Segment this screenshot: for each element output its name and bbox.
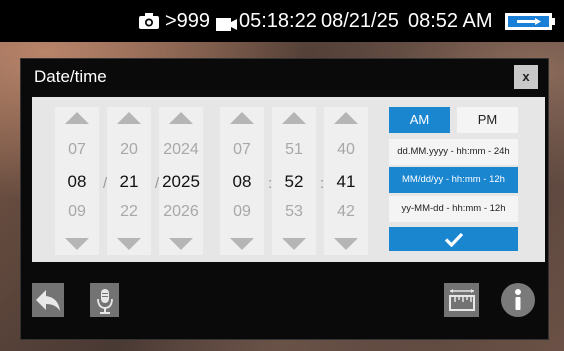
- second-next[interactable]: 42: [324, 203, 368, 221]
- battery-charging-icon: [505, 12, 555, 36]
- month-prev[interactable]: 07: [55, 141, 99, 159]
- info-icon: [501, 283, 535, 317]
- day-prev[interactable]: 20: [107, 141, 151, 159]
- year-down-button[interactable]: [159, 233, 203, 255]
- month-up-button[interactable]: [55, 107, 99, 129]
- minute-current: 52: [284, 172, 304, 191]
- year-prev[interactable]: 2024: [159, 141, 203, 159]
- back-button[interactable]: [32, 283, 64, 317]
- hour-down-button[interactable]: [220, 233, 264, 255]
- second-current: 41: [336, 172, 356, 191]
- format-option-24h[interactable]: dd.MM.yyyy - hh:mm - 24h: [389, 139, 518, 165]
- hour-prev[interactable]: 07: [220, 141, 264, 159]
- format-option-yymmdd[interactable]: yy-MM-dd - hh:mm - 12h: [389, 196, 518, 222]
- month-current: 08: [67, 172, 87, 191]
- day-next[interactable]: 22: [107, 203, 151, 221]
- month-picker: 07 08 09: [55, 107, 99, 255]
- close-button[interactable]: x: [514, 65, 538, 89]
- hour-up-button[interactable]: [220, 107, 264, 129]
- status-date: 08/21/25: [321, 10, 399, 32]
- day-picker: 20 21 22: [107, 107, 151, 255]
- minute-prev[interactable]: 51: [272, 141, 316, 159]
- day-current: 21: [119, 172, 139, 191]
- confirm-button[interactable]: [389, 227, 518, 251]
- video-record-icon: [216, 13, 237, 37]
- camera-icon: [139, 11, 159, 35]
- hour-current: 08: [232, 172, 252, 191]
- day-up-button[interactable]: [107, 107, 151, 129]
- photo-count: >999: [165, 10, 211, 32]
- minute-down-button[interactable]: [272, 233, 316, 255]
- second-down-button[interactable]: [324, 233, 368, 255]
- second-picker: 40 41 42: [324, 107, 368, 255]
- minute-next[interactable]: 53: [272, 203, 316, 221]
- ruler-icon: [448, 289, 475, 311]
- minute-picker: 51 52 53: [272, 107, 316, 255]
- status-bar: >999 05:18:22 08/21/25 08:52 AM: [0, 0, 564, 42]
- microphone-icon: [96, 289, 113, 314]
- day-down-button[interactable]: [107, 233, 151, 255]
- pm-button[interactable]: PM: [457, 107, 518, 133]
- second-up-button[interactable]: [324, 107, 368, 129]
- dialog-title: Date/time: [34, 67, 107, 86]
- month-next[interactable]: 09: [55, 203, 99, 221]
- year-next[interactable]: 2026: [159, 203, 203, 221]
- ruler-button[interactable]: [444, 283, 479, 317]
- second-prev[interactable]: 40: [324, 141, 368, 159]
- month-down-button[interactable]: [55, 233, 99, 255]
- am-button[interactable]: AM: [389, 107, 450, 133]
- datetime-dialog: Date/time x 07 08 09 / 20 21 22 / 2024 2…: [20, 58, 549, 340]
- status-clock: 08:52 AM: [408, 10, 493, 32]
- checkmark-icon: [444, 232, 463, 247]
- year-up-button[interactable]: [159, 107, 203, 129]
- recording-time: 05:18:22: [239, 10, 317, 32]
- minute-up-button[interactable]: [272, 107, 316, 129]
- hour-next[interactable]: 09: [220, 203, 264, 221]
- microphone-button[interactable]: [90, 283, 119, 317]
- hour-picker: 07 08 09: [220, 107, 264, 255]
- year-current: 2025: [162, 172, 200, 191]
- year-picker: 2024 2025 2026: [159, 107, 203, 255]
- info-button[interactable]: [499, 281, 537, 319]
- back-arrow-icon: [36, 290, 60, 311]
- datetime-panel: 07 08 09 / 20 21 22 / 2024 2025 2026 07 …: [32, 97, 545, 262]
- format-option-mmddyy[interactable]: MM/dd/yy - hh:mm - 12h: [389, 167, 518, 193]
